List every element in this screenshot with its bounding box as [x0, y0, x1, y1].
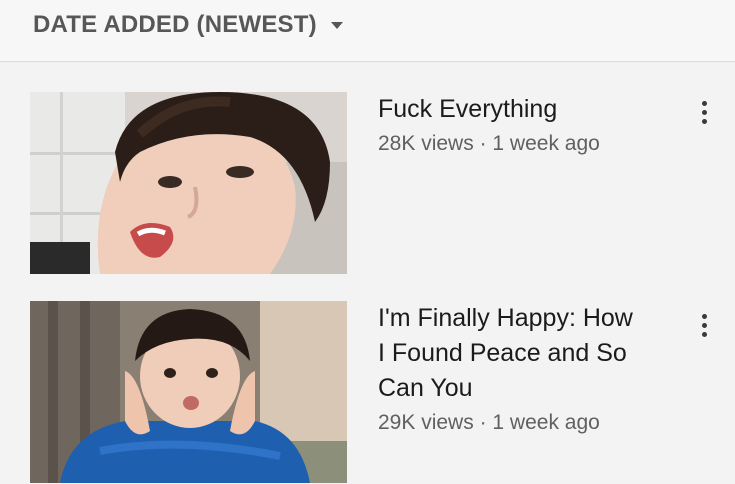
view-count: 29K views — [378, 411, 474, 434]
more-vert-icon[interactable] — [690, 92, 718, 132]
sort-bar: DATE ADDED (NEWEST) — [0, 0, 735, 62]
view-count: 28K views — [378, 132, 474, 155]
more-vert-icon[interactable] — [690, 305, 718, 345]
video-list: Fuck Everything 28K views · 1 week ago I… — [0, 63, 735, 484]
video-meta: 28K views · 1 week ago — [378, 129, 678, 159]
upload-age: 1 week ago — [492, 411, 600, 434]
video-thumbnail[interactable] — [30, 301, 347, 483]
video-item[interactable]: I'm Finally Happy: How I Found Peace and… — [0, 301, 735, 483]
video-thumbnail[interactable] — [30, 92, 347, 274]
upload-age: 1 week ago — [492, 132, 600, 155]
meta-separator: · — [479, 132, 487, 155]
video-title[interactable]: I'm Finally Happy: How I Found Peace and… — [378, 301, 643, 406]
sort-label: DATE ADDED (NEWEST) — [33, 11, 317, 38]
caret-down-icon — [330, 21, 343, 29]
meta-separator: · — [479, 411, 487, 434]
thumbnail-image — [30, 301, 347, 483]
video-info: Fuck Everything 28K views · 1 week ago — [378, 92, 678, 159]
video-meta: 29K views · 1 week ago — [378, 408, 678, 438]
sort-dropdown[interactable]: DATE ADDED (NEWEST) — [33, 10, 343, 40]
video-item[interactable]: Fuck Everything 28K views · 1 week ago — [0, 92, 735, 282]
video-title[interactable]: Fuck Everything — [378, 92, 678, 127]
thumbnail-image — [30, 92, 347, 274]
video-info: I'm Finally Happy: How I Found Peace and… — [378, 301, 678, 438]
